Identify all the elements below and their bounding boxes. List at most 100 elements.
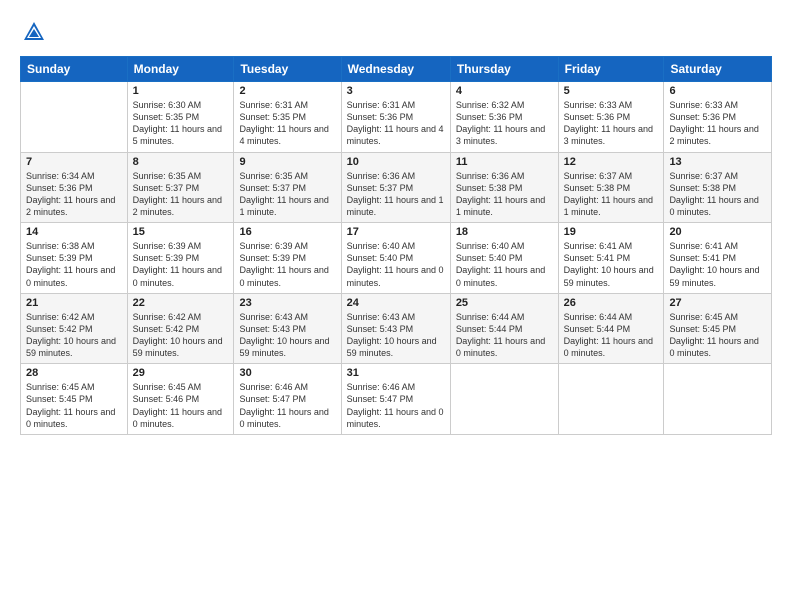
calendar-week-row: 14 Sunrise: 6:38 AMSunset: 5:39 PMDayligh…	[21, 223, 772, 294]
day-number: 31	[347, 367, 445, 379]
calendar-day-header: Sunday	[21, 57, 128, 82]
cell-info: Sunrise: 6:36 AMSunset: 5:38 PMDaylight:…	[456, 170, 553, 219]
calendar-cell: 17 Sunrise: 6:40 AMSunset: 5:40 PMDayligh…	[341, 223, 450, 294]
day-number: 30	[239, 367, 335, 379]
calendar-cell: 3 Sunrise: 6:31 AMSunset: 5:36 PMDaylight…	[341, 82, 450, 153]
calendar-day-header: Wednesday	[341, 57, 450, 82]
cell-info: Sunrise: 6:46 AMSunset: 5:47 PMDaylight:…	[239, 381, 335, 430]
calendar-day-header: Monday	[127, 57, 234, 82]
day-number: 18	[456, 226, 553, 238]
cell-info: Sunrise: 6:31 AMSunset: 5:36 PMDaylight:…	[347, 99, 445, 148]
cell-info: Sunrise: 6:43 AMSunset: 5:43 PMDaylight:…	[347, 311, 445, 360]
calendar-cell: 4 Sunrise: 6:32 AMSunset: 5:36 PMDaylight…	[450, 82, 558, 153]
day-number: 2	[239, 85, 335, 97]
day-number: 17	[347, 226, 445, 238]
day-number: 20	[669, 226, 766, 238]
cell-info: Sunrise: 6:37 AMSunset: 5:38 PMDaylight:…	[669, 170, 766, 219]
cell-info: Sunrise: 6:42 AMSunset: 5:42 PMDaylight:…	[26, 311, 122, 360]
day-number: 26	[564, 297, 659, 309]
cell-info: Sunrise: 6:45 AMSunset: 5:46 PMDaylight:…	[133, 381, 229, 430]
calendar-cell: 2 Sunrise: 6:31 AMSunset: 5:35 PMDaylight…	[234, 82, 341, 153]
logo-icon	[20, 18, 48, 46]
calendar-day-header: Saturday	[664, 57, 772, 82]
day-number: 3	[347, 85, 445, 97]
cell-info: Sunrise: 6:44 AMSunset: 5:44 PMDaylight:…	[456, 311, 553, 360]
cell-info: Sunrise: 6:36 AMSunset: 5:37 PMDaylight:…	[347, 170, 445, 219]
day-number: 29	[133, 367, 229, 379]
calendar-cell: 23 Sunrise: 6:43 AMSunset: 5:43 PMDayligh…	[234, 293, 341, 364]
cell-info: Sunrise: 6:33 AMSunset: 5:36 PMDaylight:…	[669, 99, 766, 148]
day-number: 27	[669, 297, 766, 309]
calendar-cell	[21, 82, 128, 153]
day-number: 8	[133, 156, 229, 168]
calendar-cell: 16 Sunrise: 6:39 AMSunset: 5:39 PMDayligh…	[234, 223, 341, 294]
day-number: 5	[564, 85, 659, 97]
day-number: 19	[564, 226, 659, 238]
calendar-cell: 27 Sunrise: 6:45 AMSunset: 5:45 PMDayligh…	[664, 293, 772, 364]
calendar-cell: 22 Sunrise: 6:42 AMSunset: 5:42 PMDayligh…	[127, 293, 234, 364]
day-number: 13	[669, 156, 766, 168]
calendar-cell: 21 Sunrise: 6:42 AMSunset: 5:42 PMDayligh…	[21, 293, 128, 364]
day-number: 14	[26, 226, 122, 238]
cell-info: Sunrise: 6:40 AMSunset: 5:40 PMDaylight:…	[456, 240, 553, 289]
day-number: 16	[239, 226, 335, 238]
calendar-cell: 31 Sunrise: 6:46 AMSunset: 5:47 PMDayligh…	[341, 364, 450, 435]
cell-info: Sunrise: 6:41 AMSunset: 5:41 PMDaylight:…	[564, 240, 659, 289]
header	[20, 18, 772, 46]
cell-info: Sunrise: 6:30 AMSunset: 5:35 PMDaylight:…	[133, 99, 229, 148]
cell-info: Sunrise: 6:31 AMSunset: 5:35 PMDaylight:…	[239, 99, 335, 148]
calendar-cell: 14 Sunrise: 6:38 AMSunset: 5:39 PMDayligh…	[21, 223, 128, 294]
cell-info: Sunrise: 6:46 AMSunset: 5:47 PMDaylight:…	[347, 381, 445, 430]
day-number: 21	[26, 297, 122, 309]
cell-info: Sunrise: 6:43 AMSunset: 5:43 PMDaylight:…	[239, 311, 335, 360]
cell-info: Sunrise: 6:33 AMSunset: 5:36 PMDaylight:…	[564, 99, 659, 148]
cell-info: Sunrise: 6:40 AMSunset: 5:40 PMDaylight:…	[347, 240, 445, 289]
cell-info: Sunrise: 6:45 AMSunset: 5:45 PMDaylight:…	[26, 381, 122, 430]
calendar-cell	[664, 364, 772, 435]
calendar-day-header: Friday	[558, 57, 664, 82]
cell-info: Sunrise: 6:41 AMSunset: 5:41 PMDaylight:…	[669, 240, 766, 289]
cell-info: Sunrise: 6:38 AMSunset: 5:39 PMDaylight:…	[26, 240, 122, 289]
calendar-cell: 19 Sunrise: 6:41 AMSunset: 5:41 PMDayligh…	[558, 223, 664, 294]
cell-info: Sunrise: 6:37 AMSunset: 5:38 PMDaylight:…	[564, 170, 659, 219]
calendar-week-row: 21 Sunrise: 6:42 AMSunset: 5:42 PMDayligh…	[21, 293, 772, 364]
cell-info: Sunrise: 6:34 AMSunset: 5:36 PMDaylight:…	[26, 170, 122, 219]
day-number: 4	[456, 85, 553, 97]
page: SundayMondayTuesdayWednesdayThursdayFrid…	[0, 0, 792, 612]
day-number: 9	[239, 156, 335, 168]
day-number: 28	[26, 367, 122, 379]
calendar-day-header: Thursday	[450, 57, 558, 82]
day-number: 12	[564, 156, 659, 168]
calendar-cell: 28 Sunrise: 6:45 AMSunset: 5:45 PMDayligh…	[21, 364, 128, 435]
day-number: 7	[26, 156, 122, 168]
calendar-cell: 10Sunrise: 6:36 AMSunset: 5:37 PMDayligh…	[341, 152, 450, 223]
calendar-cell: 24 Sunrise: 6:43 AMSunset: 5:43 PMDayligh…	[341, 293, 450, 364]
calendar-week-row: 1 Sunrise: 6:30 AMSunset: 5:35 PMDaylight…	[21, 82, 772, 153]
cell-info: Sunrise: 6:42 AMSunset: 5:42 PMDaylight:…	[133, 311, 229, 360]
day-number: 24	[347, 297, 445, 309]
day-number: 6	[669, 85, 766, 97]
cell-info: Sunrise: 6:45 AMSunset: 5:45 PMDaylight:…	[669, 311, 766, 360]
calendar-cell: 8 Sunrise: 6:35 AMSunset: 5:37 PMDaylight…	[127, 152, 234, 223]
calendar-cell: 20 Sunrise: 6:41 AMSunset: 5:41 PMDayligh…	[664, 223, 772, 294]
calendar-cell: 5 Sunrise: 6:33 AMSunset: 5:36 PMDaylight…	[558, 82, 664, 153]
calendar-cell: 1 Sunrise: 6:30 AMSunset: 5:35 PMDaylight…	[127, 82, 234, 153]
calendar-cell: 25 Sunrise: 6:44 AMSunset: 5:44 PMDayligh…	[450, 293, 558, 364]
cell-info: Sunrise: 6:35 AMSunset: 5:37 PMDaylight:…	[133, 170, 229, 219]
day-number: 1	[133, 85, 229, 97]
calendar-cell: 7 Sunrise: 6:34 AMSunset: 5:36 PMDaylight…	[21, 152, 128, 223]
calendar-cell: 30 Sunrise: 6:46 AMSunset: 5:47 PMDayligh…	[234, 364, 341, 435]
calendar-cell: 9 Sunrise: 6:35 AMSunset: 5:37 PMDaylight…	[234, 152, 341, 223]
calendar-week-row: 7 Sunrise: 6:34 AMSunset: 5:36 PMDaylight…	[21, 152, 772, 223]
cell-info: Sunrise: 6:35 AMSunset: 5:37 PMDaylight:…	[239, 170, 335, 219]
cell-info: Sunrise: 6:39 AMSunset: 5:39 PMDaylight:…	[239, 240, 335, 289]
day-number: 23	[239, 297, 335, 309]
day-number: 25	[456, 297, 553, 309]
calendar-table: SundayMondayTuesdayWednesdayThursdayFrid…	[20, 56, 772, 435]
day-number: 22	[133, 297, 229, 309]
calendar-week-row: 28 Sunrise: 6:45 AMSunset: 5:45 PMDayligh…	[21, 364, 772, 435]
day-number: 11	[456, 156, 553, 168]
cell-info: Sunrise: 6:32 AMSunset: 5:36 PMDaylight:…	[456, 99, 553, 148]
calendar-cell: 15Sunrise: 6:39 AMSunset: 5:39 PMDayligh…	[127, 223, 234, 294]
calendar-cell: 13 Sunrise: 6:37 AMSunset: 5:38 PMDayligh…	[664, 152, 772, 223]
